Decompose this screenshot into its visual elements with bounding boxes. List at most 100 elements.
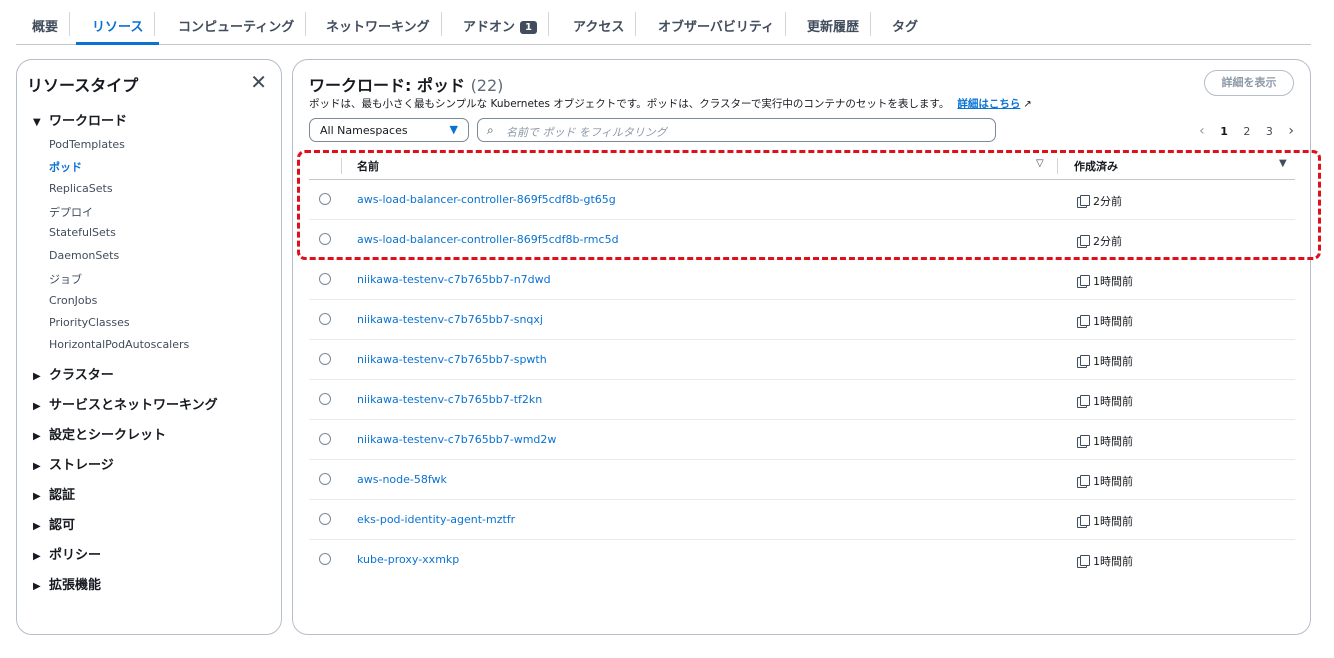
caret-right-icon: ▶ xyxy=(33,581,41,592)
pod-name-link[interactable]: aws-load-balancer-controller-869f5cdf8b-… xyxy=(357,193,616,206)
pod-name-link[interactable]: niikawa-testenv-c7b765bb7-tf2kn xyxy=(357,393,542,406)
pod-name-link[interactable]: aws-load-balancer-controller-869f5cdf8b-… xyxy=(357,233,619,246)
table-row[interactable]: niikawa-testenv-c7b765bb7-snqxj 1時間前 xyxy=(309,300,1295,340)
table-row[interactable]: aws-node-58fwk 1時間前 xyxy=(309,460,1295,500)
copy-icon[interactable] xyxy=(1077,355,1090,368)
table-row[interactable]: kube-proxy-xxmkp 1時間前 xyxy=(309,540,1295,580)
sidebar-section-extensions[interactable]: ▶ 拡張機能 xyxy=(33,574,101,593)
tab-access[interactable]: アクセス xyxy=(573,8,637,40)
created-cell: 1時間前 xyxy=(1077,313,1133,329)
sidebar-section-authentication[interactable]: ▶ 認証 xyxy=(33,484,75,503)
table-row[interactable]: niikawa-testenv-c7b765bb7-tf2kn 1時間前 xyxy=(309,380,1295,420)
pod-name-link[interactable]: kube-proxy-xxmkp xyxy=(357,553,459,566)
table-row[interactable]: niikawa-testenv-c7b765bb7-spwth 1時間前 xyxy=(309,340,1295,380)
tab-update-history[interactable]: 更新履歴 xyxy=(807,8,872,40)
pod-name-link[interactable]: eks-pod-identity-agent-mztfr xyxy=(357,513,515,526)
sidebar-section-workload[interactable]: ▼ ワークロード xyxy=(33,110,127,129)
sidebar-item-statefulsets[interactable]: StatefulSets xyxy=(49,226,116,239)
chevron-right-icon[interactable]: › xyxy=(1288,123,1294,139)
sidebar-section-cluster[interactable]: ▶ クラスター xyxy=(33,364,114,383)
column-created[interactable]: 作成済み xyxy=(1074,158,1118,174)
page-3[interactable]: 3 xyxy=(1266,125,1273,138)
table-row[interactable]: eks-pod-identity-agent-mztfr 1時間前 xyxy=(309,500,1295,540)
copy-icon[interactable] xyxy=(1077,475,1090,488)
copy-icon[interactable] xyxy=(1077,195,1090,208)
caret-right-icon: ▶ xyxy=(33,521,41,532)
copy-icon[interactable] xyxy=(1077,515,1090,528)
pod-name-link[interactable]: aws-node-58fwk xyxy=(357,473,447,486)
sidebar-item-hpa[interactable]: HorizontalPodAutoscalers xyxy=(49,338,189,351)
row-radio[interactable] xyxy=(319,513,331,525)
tab-observability[interactable]: オブザーバビリティ xyxy=(658,8,787,40)
page-1[interactable]: 1 xyxy=(1220,125,1228,138)
table-row[interactable]: aws-load-balancer-controller-869f5cdf8b-… xyxy=(309,180,1295,220)
page-2[interactable]: 2 xyxy=(1243,125,1250,138)
sidebar-item-daemonsets[interactable]: DaemonSets xyxy=(49,249,119,262)
chevron-left-icon[interactable]: ‹ xyxy=(1199,123,1205,139)
copy-icon[interactable] xyxy=(1077,435,1090,448)
caret-down-icon: ▼ xyxy=(33,117,41,128)
pod-name-link[interactable]: niikawa-testenv-c7b765bb7-spwth xyxy=(357,353,547,366)
tab-networking[interactable]: ネットワーキング xyxy=(326,8,442,40)
sidebar-item-jobs[interactable]: ジョブ xyxy=(49,271,82,287)
view-details-button[interactable]: 詳細を表示 xyxy=(1204,70,1294,96)
row-radio[interactable] xyxy=(319,233,331,245)
sort-desc-icon[interactable]: ▼ xyxy=(1279,158,1287,169)
sidebar-item-deployments[interactable]: デプロイ xyxy=(49,204,93,220)
copy-icon[interactable] xyxy=(1077,395,1090,408)
pods-panel: ワークロード: ポッド (22) ポッドは、最も小さく最もシンプルな Kuber… xyxy=(292,59,1311,635)
tab-addons[interactable]: アドオン 1 xyxy=(463,8,549,40)
sidebar-title: リソースタイプ xyxy=(27,76,139,95)
sidebar-item-pods[interactable]: ポッド xyxy=(49,159,82,175)
pod-name-link[interactable]: niikawa-testenv-c7b765bb7-wmd2w xyxy=(357,433,556,446)
created-cell: 2分前 xyxy=(1077,193,1122,209)
sidebar-item-cronjobs[interactable]: CronJobs xyxy=(49,294,97,307)
column-name[interactable]: 名前 xyxy=(357,158,379,174)
table-row[interactable]: niikawa-testenv-c7b765bb7-n7dwd 1時間前 xyxy=(309,260,1295,300)
table-row[interactable]: niikawa-testenv-c7b765bb7-wmd2w 1時間前 xyxy=(309,420,1295,460)
tab-resources[interactable]: リソース xyxy=(75,8,160,45)
sort-icon[interactable]: ▽ xyxy=(1036,158,1044,169)
sidebar-section-service-networking[interactable]: ▶ サービスとネットワーキング xyxy=(33,394,218,413)
caret-right-icon: ▶ xyxy=(33,371,41,382)
table-row[interactable]: aws-load-balancer-controller-869f5cdf8b-… xyxy=(309,220,1295,260)
sidebar-section-authorization[interactable]: ▶ 認可 xyxy=(33,514,75,533)
sidebar-item-replicasets[interactable]: ReplicaSets xyxy=(49,182,113,195)
sidebar-item-podtemplates[interactable]: PodTemplates xyxy=(49,138,125,151)
row-radio[interactable] xyxy=(319,553,331,565)
sidebar-section-storage[interactable]: ▶ ストレージ xyxy=(33,454,114,473)
caret-right-icon: ▶ xyxy=(33,491,41,502)
row-radio[interactable] xyxy=(319,353,331,365)
row-radio[interactable] xyxy=(319,433,331,445)
namespace-select[interactable]: All Namespaces ▼ xyxy=(309,118,469,142)
tab-bar: 概要 リソース コンピューティング ネットワーキング アドオン 1 アクセス オブ… xyxy=(16,0,1311,45)
row-radio[interactable] xyxy=(319,393,331,405)
sidebar-section-config-secrets[interactable]: ▶ 設定とシークレット xyxy=(33,424,166,443)
pod-filter-input[interactable]: ⌕ 名前で ポッド をフィルタリング xyxy=(477,118,996,142)
caret-right-icon: ▶ xyxy=(33,431,41,442)
tab-overview[interactable]: 概要 xyxy=(32,8,71,40)
created-cell: 1時間前 xyxy=(1077,553,1133,569)
pod-count: (22) xyxy=(470,76,504,95)
row-radio[interactable] xyxy=(319,473,331,485)
learn-more-link[interactable]: 詳細はこちら xyxy=(957,98,1020,110)
resource-type-sidebar: リソースタイプ ✕ ▼ ワークロード PodTemplates ポッド Repli… xyxy=(16,59,282,635)
addon-count-badge: 1 xyxy=(520,21,537,34)
pod-name-link[interactable]: niikawa-testenv-c7b765bb7-snqxj xyxy=(357,313,543,326)
row-radio[interactable] xyxy=(319,193,331,205)
pod-name-link[interactable]: niikawa-testenv-c7b765bb7-n7dwd xyxy=(357,273,551,286)
created-cell: 1時間前 xyxy=(1077,353,1133,369)
copy-icon[interactable] xyxy=(1077,315,1090,328)
sidebar-section-policy[interactable]: ▶ ポリシー xyxy=(33,544,101,563)
copy-icon[interactable] xyxy=(1077,235,1090,248)
created-cell: 1時間前 xyxy=(1077,273,1133,289)
external-link-icon: ↗ xyxy=(1023,99,1032,110)
close-icon[interactable]: ✕ xyxy=(250,70,267,94)
row-radio[interactable] xyxy=(319,273,331,285)
copy-icon[interactable] xyxy=(1077,275,1090,288)
sidebar-item-priorityclasses[interactable]: PriorityClasses xyxy=(49,316,130,329)
copy-icon[interactable] xyxy=(1077,555,1090,568)
row-radio[interactable] xyxy=(319,313,331,325)
tab-tags[interactable]: タグ xyxy=(892,8,918,40)
tab-compute[interactable]: コンピューティング xyxy=(178,8,307,40)
